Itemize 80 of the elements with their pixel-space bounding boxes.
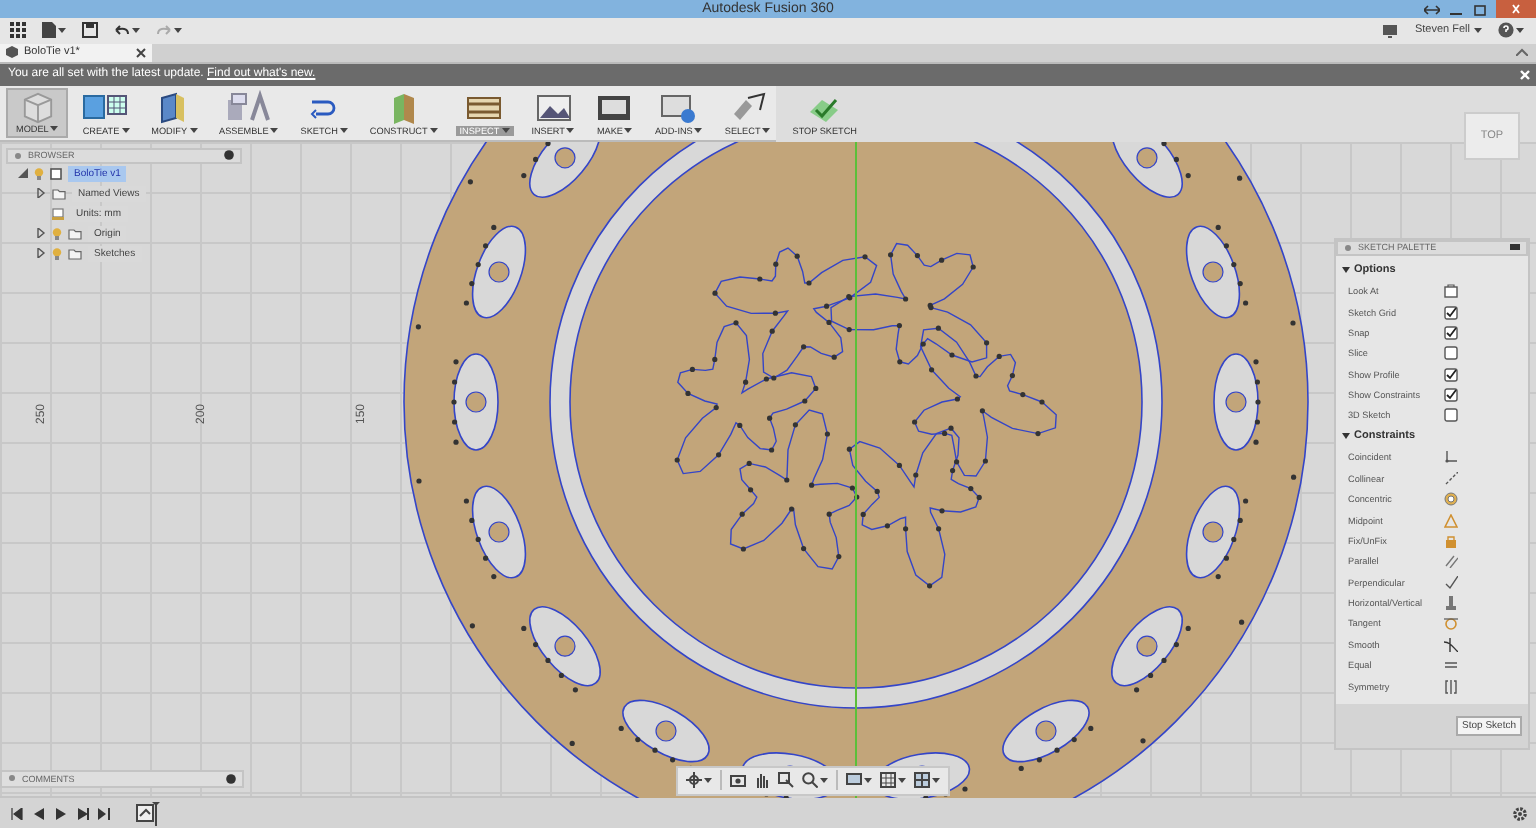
- checkbox[interactable]: [1444, 346, 1458, 361]
- caret-icon: [501, 127, 510, 134]
- checkbox[interactable]: [1444, 305, 1458, 320]
- caret-icon: [566, 127, 575, 134]
- collapse-icon[interactable]: [1516, 48, 1528, 57]
- coincident-icon[interactable]: [1444, 450, 1458, 465]
- settings-icon[interactable]: [1512, 805, 1528, 822]
- document-icon: [52, 207, 64, 220]
- undo-icon[interactable]: [114, 24, 130, 37]
- caret-icon: [121, 127, 130, 134]
- checkbox[interactable]: [1444, 367, 1458, 382]
- caret-icon: [932, 777, 940, 784]
- folder-icon: [52, 187, 66, 200]
- caret-icon: [429, 127, 438, 134]
- help-icon[interactable]: [1498, 22, 1514, 39]
- caret-icon: [864, 777, 872, 784]
- resize-icon[interactable]: [1424, 3, 1440, 15]
- collapsed-arrow-icon[interactable]: [36, 228, 46, 239]
- expanded-arrow-icon[interactable]: [1342, 266, 1350, 275]
- caret-icon: [704, 777, 712, 784]
- cube-icon: [6, 46, 18, 59]
- monitor-icon[interactable]: [1382, 23, 1399, 38]
- display-icon[interactable]: [846, 772, 862, 789]
- caret-icon: [58, 27, 66, 34]
- next-icon[interactable]: [76, 807, 90, 820]
- parallel-icon[interactable]: [1444, 554, 1458, 569]
- look-at-icon[interactable]: [1444, 284, 1458, 299]
- save-icon[interactable]: [82, 22, 98, 39]
- collapsed-arrow-icon[interactable]: [36, 248, 46, 259]
- zoom-window-icon[interactable]: [778, 772, 794, 789]
- caret-icon: [1516, 27, 1524, 34]
- file-icon[interactable]: [42, 22, 56, 39]
- tangent-icon[interactable]: [1444, 616, 1458, 631]
- caret-icon: [270, 127, 279, 134]
- grid-icon[interactable]: [880, 772, 896, 789]
- grip-icon: [14, 151, 22, 160]
- caret-icon: [174, 27, 182, 34]
- caret-icon: [50, 125, 59, 132]
- close-icon[interactable]: [1496, 0, 1536, 18]
- play-icon[interactable]: [54, 807, 68, 820]
- create-icon: [81, 89, 130, 124]
- caret-icon: [132, 27, 140, 34]
- perpendicular-icon[interactable]: [1444, 575, 1458, 590]
- viewports-icon[interactable]: [914, 772, 930, 789]
- last-frame-icon[interactable]: [98, 807, 112, 820]
- previous-icon[interactable]: [32, 807, 46, 820]
- minimize-icon[interactable]: [1510, 244, 1520, 251]
- sketch-feature-icon[interactable]: [136, 801, 160, 826]
- equal-icon[interactable]: [1444, 658, 1458, 673]
- component-icon: [50, 167, 62, 180]
- caret-icon: [189, 127, 198, 134]
- collinear-icon[interactable]: [1444, 471, 1458, 486]
- caret-icon: [1474, 27, 1482, 34]
- expanded-arrow-icon[interactable]: [18, 168, 28, 179]
- pin-icon[interactable]: [226, 773, 236, 784]
- orbit-icon[interactable]: [686, 772, 702, 789]
- grip-icon: [8, 774, 16, 783]
- checkbox[interactable]: [1444, 388, 1458, 403]
- close-icon[interactable]: [136, 47, 146, 58]
- collapsed-arrow-icon[interactable]: [36, 188, 46, 199]
- horizontal-vertical-icon[interactable]: [1444, 596, 1458, 611]
- restore-icon[interactable]: [1472, 3, 1488, 15]
- expanded-arrow-icon[interactable]: [1342, 432, 1350, 441]
- caret-icon: [694, 127, 703, 134]
- camera-icon[interactable]: [730, 772, 746, 789]
- caret-icon: [339, 127, 348, 134]
- checkbox[interactable]: [1444, 325, 1458, 340]
- caret-icon: [898, 777, 906, 784]
- pin-icon[interactable]: [224, 150, 234, 161]
- concentric-icon[interactable]: [1444, 492, 1458, 507]
- checkbox[interactable]: [1444, 408, 1458, 423]
- caret-icon: [820, 777, 828, 784]
- zoom-icon[interactable]: [802, 772, 818, 789]
- first-frame-icon[interactable]: [10, 807, 24, 820]
- caret-icon: [762, 127, 771, 134]
- grip-icon: [1344, 243, 1352, 252]
- grid-menu-icon[interactable]: [10, 22, 26, 39]
- symmetry-icon[interactable]: [1444, 679, 1458, 694]
- caret-icon: [624, 127, 633, 134]
- smooth-icon[interactable]: [1444, 637, 1458, 652]
